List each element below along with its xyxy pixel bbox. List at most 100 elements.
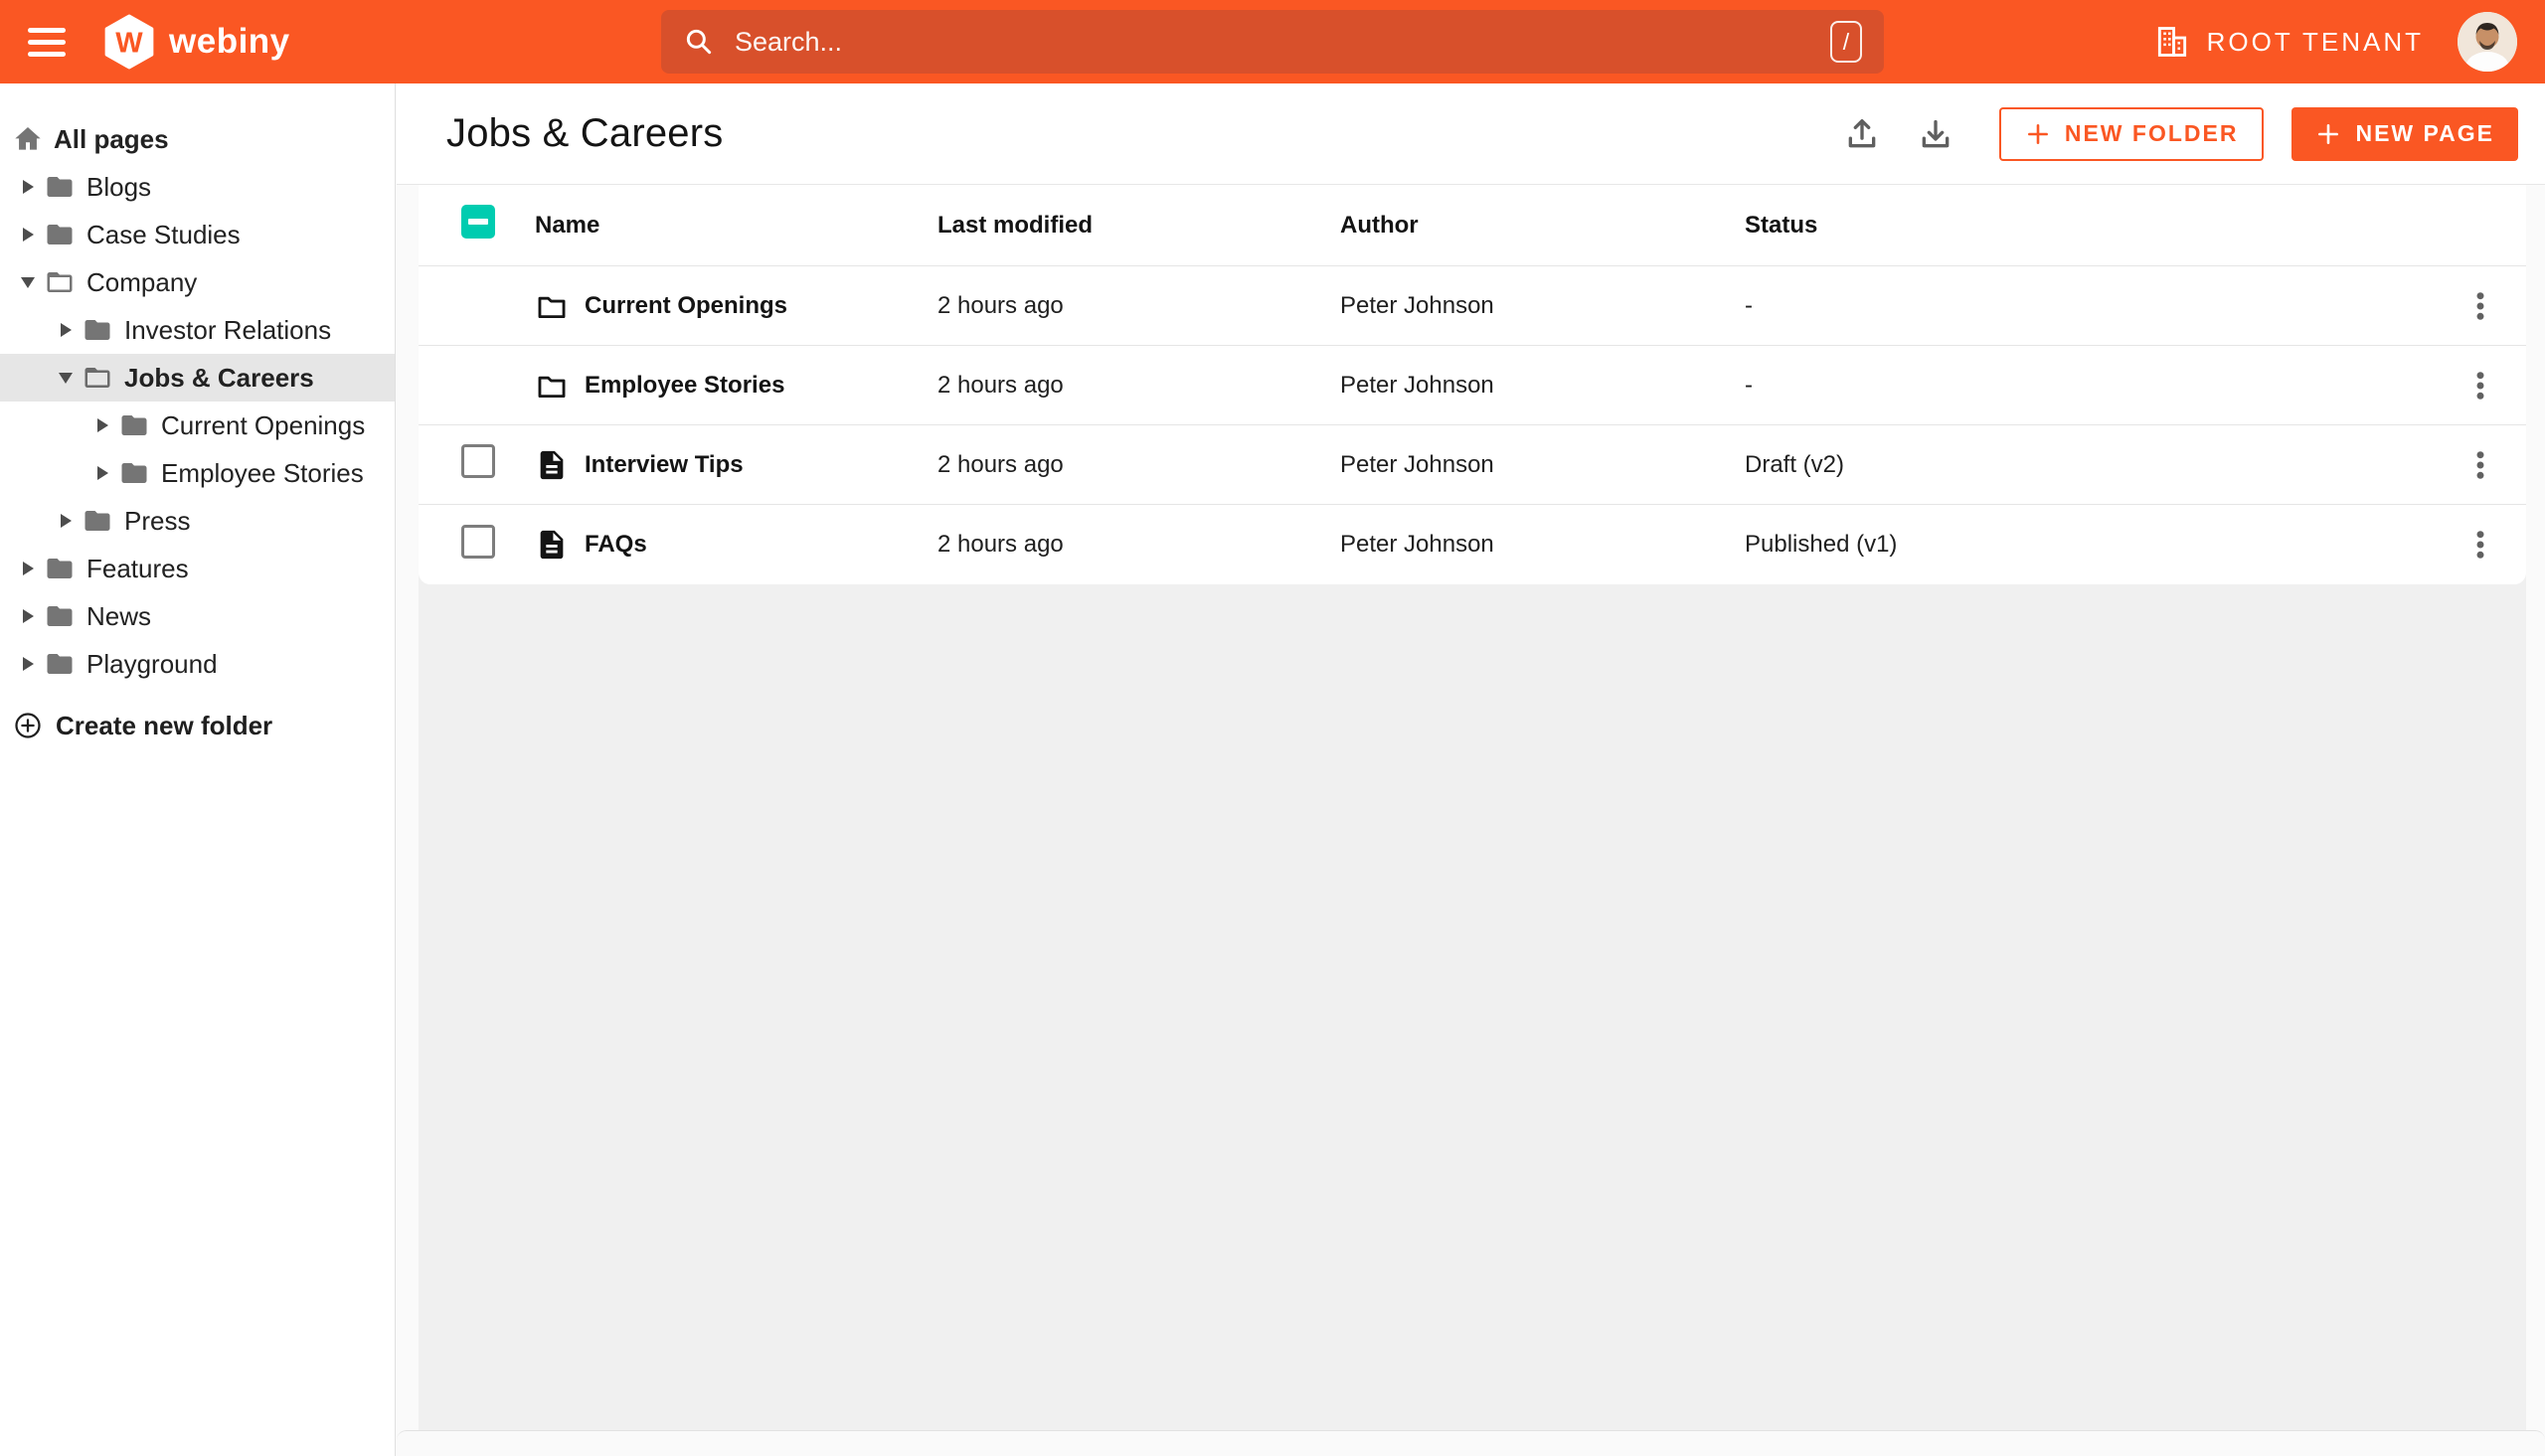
sidebar-item-news[interactable]: News [0, 592, 395, 640]
bottom-bar [397, 1430, 2545, 1456]
sidebar-item-current-openings[interactable]: Current Openings [0, 402, 395, 449]
sidebar-item-jobs-careers[interactable]: Jobs & Careers [0, 354, 395, 402]
building-icon [2157, 27, 2186, 57]
row-author: Peter Johnson [1340, 450, 1494, 478]
import-pages-button[interactable] [1838, 110, 1886, 158]
sidebar-item-playground[interactable]: Playground [0, 640, 395, 688]
upload-icon [1848, 118, 1876, 147]
table-row[interactable]: Employee Stories 2 hours ago Peter Johns… [419, 346, 2526, 425]
folder-icon [83, 506, 112, 536]
sidebar-item-features[interactable]: Features [0, 545, 395, 592]
sidebar-item-investor-relations[interactable]: Investor Relations [0, 306, 395, 354]
chevron-right-icon[interactable] [94, 417, 110, 433]
sidebar-item-employee-stories[interactable]: Employee Stories [0, 449, 395, 497]
row-status: Published (v1) [1745, 531, 1898, 558]
table-row[interactable]: Current Openings 2 hours ago Peter Johns… [419, 266, 2526, 346]
row-checkbox[interactable] [461, 444, 495, 478]
search-icon [686, 29, 712, 55]
row-modified: 2 hours ago [937, 531, 1064, 558]
menu-icon[interactable] [28, 27, 66, 57]
chevron-right-icon[interactable] [20, 179, 36, 195]
folder-icon [45, 220, 75, 249]
webiny-hexagon-icon: W [101, 14, 157, 70]
column-header-author[interactable]: Author [1340, 212, 1745, 240]
table-header-row: Name Last modified Author Status [419, 185, 2526, 266]
chevron-right-icon[interactable] [20, 227, 36, 243]
select-all-checkbox[interactable] [461, 205, 495, 239]
page-list-area: Name Last modified Author Status Current… [419, 185, 2526, 1430]
global-search[interactable]: / [661, 10, 1884, 74]
folder-open-icon [83, 363, 112, 393]
main-content: Jobs & Careers NEW FOLDER NEW PAGE Name … [397, 83, 2545, 1456]
chevron-right-icon[interactable] [20, 656, 36, 672]
tenant-selector[interactable]: ROOT TENANT [2153, 23, 2424, 61]
export-pages-button[interactable] [1912, 110, 1959, 158]
row-menu-button[interactable] [2458, 522, 2503, 567]
top-bar: W webiny / ROOT TENANT [0, 0, 2545, 83]
row-menu-button[interactable] [2458, 363, 2503, 408]
kebab-icon [2476, 450, 2484, 479]
kebab-icon [2476, 291, 2484, 320]
row-author: Peter Johnson [1340, 531, 1494, 558]
row-name[interactable]: FAQs [585, 531, 647, 559]
folder-icon [119, 458, 149, 488]
download-icon [1922, 119, 1950, 147]
sidebar-item-case-studies[interactable]: Case Studies [0, 211, 395, 258]
svg-text:W: W [115, 27, 143, 59]
row-menu-button[interactable] [2458, 283, 2503, 329]
row-status: Draft (v2) [1745, 450, 1845, 478]
chevron-down-icon[interactable] [58, 370, 74, 386]
folder-tree-sidebar: All pages Blogs Case Studies Company Inv… [0, 83, 396, 1456]
chevron-down-icon[interactable] [20, 274, 36, 290]
row-author: Peter Johnson [1340, 371, 1494, 399]
row-modified: 2 hours ago [937, 371, 1064, 399]
sidebar-item-all-pages[interactable]: All pages [0, 115, 395, 163]
chevron-right-icon[interactable] [58, 513, 74, 529]
chevron-right-icon[interactable] [20, 608, 36, 624]
search-input[interactable] [733, 25, 1830, 59]
folder-icon [45, 601, 75, 631]
folder-outline-icon [538, 296, 566, 318]
table-row[interactable]: FAQs 2 hours ago Peter Johnson Published… [419, 505, 2526, 584]
logo-wordmark: webiny [169, 22, 290, 61]
row-name[interactable]: Current Openings [585, 292, 787, 320]
column-header-name[interactable]: Name [535, 212, 937, 240]
create-new-folder-button[interactable]: Create new folder [0, 702, 395, 749]
tenant-label: ROOT TENANT [2206, 26, 2424, 57]
plus-icon [2027, 123, 2048, 144]
content-header: Jobs & Careers NEW FOLDER NEW PAGE [397, 83, 2545, 185]
folder-icon [45, 172, 75, 202]
chevron-right-icon[interactable] [58, 322, 74, 338]
row-menu-button[interactable] [2458, 442, 2503, 488]
new-folder-button[interactable]: NEW FOLDER [1998, 106, 2265, 161]
chevron-right-icon[interactable] [94, 465, 110, 481]
pages-table: Name Last modified Author Status Current… [419, 185, 2526, 584]
row-status: - [1745, 291, 1753, 319]
home-icon [12, 123, 44, 155]
page-document-icon [540, 530, 564, 560]
plus-icon [2318, 123, 2339, 144]
row-author: Peter Johnson [1340, 291, 1494, 319]
webiny-logo[interactable]: W webiny [101, 14, 290, 70]
sidebar-item-company[interactable]: Company [0, 258, 395, 306]
row-checkbox[interactable] [461, 524, 495, 559]
row-name[interactable]: Interview Tips [585, 451, 744, 479]
sidebar-item-press[interactable]: Press [0, 497, 395, 545]
chevron-right-icon[interactable] [20, 561, 36, 576]
column-header-status[interactable]: Status [1745, 212, 2435, 240]
user-avatar[interactable] [2458, 12, 2517, 72]
table-row[interactable]: Interview Tips 2 hours ago Peter Johnson… [419, 425, 2526, 505]
page-title: Jobs & Careers [446, 111, 724, 155]
keyboard-shortcut-badge: / [1830, 21, 1862, 63]
new-page-button[interactable]: NEW PAGE [2291, 106, 2518, 161]
row-status: - [1745, 371, 1753, 399]
column-header-last-modified[interactable]: Last modified [937, 212, 1340, 240]
sidebar-item-blogs[interactable]: Blogs [0, 163, 395, 211]
folder-outline-icon [538, 376, 566, 398]
page-document-icon [540, 450, 564, 479]
circle-plus-icon [13, 711, 43, 740]
folder-open-icon [45, 267, 75, 297]
folder-icon [45, 649, 75, 679]
row-name[interactable]: Employee Stories [585, 372, 784, 400]
row-modified: 2 hours ago [937, 291, 1064, 319]
